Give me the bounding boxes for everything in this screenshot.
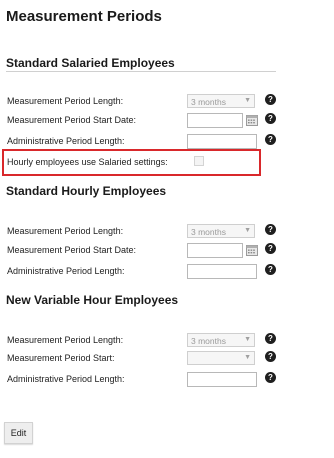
section-title-variable: New Variable Hour Employees <box>6 293 179 307</box>
variable-start-select[interactable]: ▼ <box>187 351 255 365</box>
field-label: Hourly employees use Salaried settings: <box>7 157 168 167</box>
edit-button[interactable]: Edit <box>4 422 33 444</box>
chevron-down-icon: ▼ <box>244 227 251 234</box>
field-label: Measurement Period Start: <box>7 353 115 363</box>
calendar-icon[interactable] <box>246 114 258 126</box>
variable-admin-length-row: Administrative Period Length: ? <box>7 372 277 390</box>
section-divider <box>6 71 276 72</box>
field-label: Measurement Period Start Date: <box>7 115 137 125</box>
salaried-period-length-select[interactable]: 3 months ▼ <box>187 94 255 108</box>
salaried-start-date-input[interactable] <box>187 113 243 128</box>
section-title-hourly: Standard Hourly Employees <box>6 184 167 198</box>
hourly-period-length-select[interactable]: 3 months ▼ <box>187 224 255 238</box>
select-value: 3 months <box>191 336 226 346</box>
help-icon[interactable]: ? <box>265 264 276 275</box>
field-label: Measurement Period Length: <box>7 226 124 236</box>
help-icon[interactable]: ? <box>265 113 276 124</box>
field-label: Administrative Period Length: <box>7 374 125 384</box>
salaried-start-date-row: Measurement Period Start Date: ? <box>7 113 277 131</box>
hourly-use-salaried-row: Hourly employees use Salaried settings: <box>7 155 277 173</box>
calendar-icon[interactable] <box>246 244 258 256</box>
hourly-admin-length-row: Administrative Period Length: ? <box>7 264 277 282</box>
hourly-admin-length-input[interactable] <box>187 264 257 279</box>
chevron-down-icon: ▼ <box>244 97 251 104</box>
hourly-period-length-row: Measurement Period Length: 3 months ▼ ? <box>7 224 277 242</box>
page-title: Measurement Periods <box>6 8 162 25</box>
variable-start-row: Measurement Period Start: ▼ ? <box>7 351 277 369</box>
help-icon[interactable]: ? <box>265 333 276 344</box>
variable-period-length-row: Measurement Period Length: 3 months ▼ ? <box>7 333 277 351</box>
help-icon[interactable]: ? <box>265 351 276 362</box>
variable-admin-length-input[interactable] <box>187 372 257 387</box>
select-value: 3 months <box>191 227 226 237</box>
help-icon[interactable]: ? <box>265 134 276 145</box>
salaried-period-length-row: Measurement Period Length: 3 months ▼ ? <box>7 94 277 112</box>
field-label: Measurement Period Length: <box>7 335 124 345</box>
hourly-start-date-input[interactable] <box>187 243 243 258</box>
variable-period-length-select[interactable]: 3 months ▼ <box>187 333 255 347</box>
field-label: Administrative Period Length: <box>7 136 125 146</box>
help-icon[interactable]: ? <box>265 372 276 383</box>
help-icon[interactable]: ? <box>265 224 276 235</box>
help-icon[interactable]: ? <box>265 243 276 254</box>
field-label: Administrative Period Length: <box>7 266 125 276</box>
section-title-salaried: Standard Salaried Employees <box>6 56 175 70</box>
chevron-down-icon: ▼ <box>244 354 251 361</box>
field-label: Measurement Period Start Date: <box>7 245 137 255</box>
select-value: 3 months <box>191 97 226 107</box>
salaried-admin-length-input[interactable] <box>187 134 257 149</box>
hourly-start-date-row: Measurement Period Start Date: ? <box>7 243 277 261</box>
field-label: Measurement Period Length: <box>7 96 124 106</box>
hourly-use-salaried-checkbox[interactable] <box>194 156 204 166</box>
help-icon[interactable]: ? <box>265 94 276 105</box>
chevron-down-icon: ▼ <box>244 336 251 343</box>
